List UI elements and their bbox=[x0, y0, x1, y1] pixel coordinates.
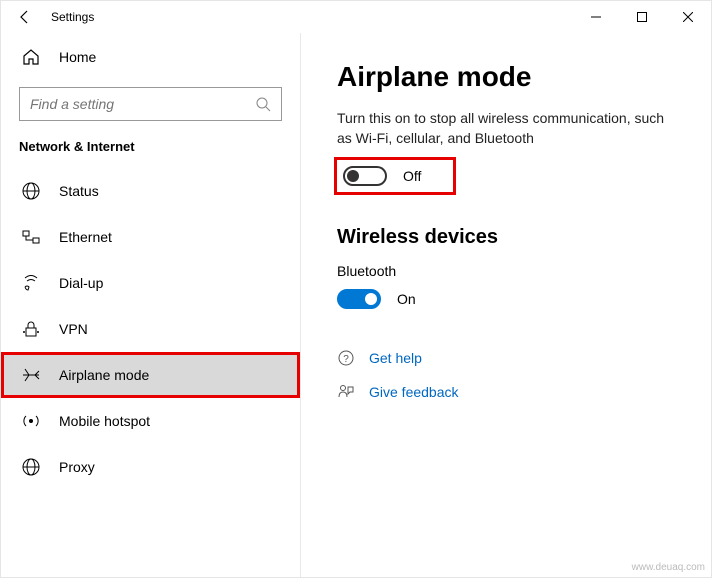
hotspot-icon bbox=[21, 411, 41, 431]
feedback-icon bbox=[337, 383, 355, 401]
proxy-icon bbox=[21, 457, 41, 477]
get-help-text: Get help bbox=[369, 350, 422, 366]
sidebar-item-airplane[interactable]: Airplane mode bbox=[1, 352, 300, 398]
maximize-button[interactable] bbox=[619, 1, 665, 33]
globe-icon bbox=[21, 181, 41, 201]
feedback-link[interactable]: Give feedback bbox=[337, 383, 675, 401]
page-description: Turn this on to stop all wireless commun… bbox=[337, 109, 675, 148]
sidebar-item-label: Status bbox=[41, 183, 99, 199]
airplane-toggle-group: Off bbox=[337, 160, 453, 192]
sidebar-item-dialup[interactable]: Dial-up bbox=[1, 260, 300, 306]
sidebar-item-label: Ethernet bbox=[41, 229, 112, 245]
search-field[interactable] bbox=[30, 96, 255, 112]
vpn-icon bbox=[21, 319, 41, 339]
sidebar-item-status[interactable]: Status bbox=[1, 168, 300, 214]
window-title: Settings bbox=[47, 10, 94, 24]
sidebar-item-label: VPN bbox=[41, 321, 88, 337]
sidebar-item-label: Airplane mode bbox=[41, 367, 149, 383]
search-icon bbox=[255, 96, 271, 112]
airplane-icon bbox=[21, 365, 41, 385]
back-button[interactable] bbox=[3, 1, 47, 33]
ethernet-icon bbox=[21, 227, 41, 247]
watermark: www.deuaq.com bbox=[632, 562, 705, 573]
wireless-heading: Wireless devices bbox=[337, 226, 675, 249]
bluetooth-label: Bluetooth bbox=[337, 263, 675, 279]
close-button[interactable] bbox=[665, 1, 711, 33]
help-icon: ? bbox=[337, 349, 355, 367]
category-header: Network & Internet bbox=[1, 139, 300, 168]
bluetooth-toggle[interactable] bbox=[337, 289, 381, 309]
page-title: Airplane mode bbox=[337, 61, 675, 93]
sidebar-item-ethernet[interactable]: Ethernet bbox=[1, 214, 300, 260]
minimize-button[interactable] bbox=[573, 1, 619, 33]
sidebar-item-label: Mobile hotspot bbox=[41, 413, 150, 429]
airplane-toggle[interactable] bbox=[343, 166, 387, 186]
bluetooth-toggle-label: On bbox=[397, 291, 416, 307]
airplane-toggle-label: Off bbox=[403, 168, 421, 184]
search-input[interactable] bbox=[19, 87, 282, 121]
home-nav[interactable]: Home bbox=[1, 37, 300, 77]
sidebar: Home Network & Internet Status Ethernet bbox=[1, 33, 301, 577]
feedback-text: Give feedback bbox=[369, 384, 459, 400]
dialup-icon bbox=[21, 273, 41, 293]
svg-text:?: ? bbox=[343, 354, 349, 365]
sidebar-item-hotspot[interactable]: Mobile hotspot bbox=[1, 398, 300, 444]
home-icon bbox=[21, 47, 41, 67]
content-pane: Airplane mode Turn this on to stop all w… bbox=[301, 33, 711, 577]
get-help-link[interactable]: ? Get help bbox=[337, 349, 675, 367]
sidebar-item-label: Proxy bbox=[41, 459, 95, 475]
sidebar-item-vpn[interactable]: VPN bbox=[1, 306, 300, 352]
sidebar-item-label: Dial-up bbox=[41, 275, 103, 291]
home-label: Home bbox=[41, 49, 96, 65]
sidebar-item-proxy[interactable]: Proxy bbox=[1, 444, 300, 490]
